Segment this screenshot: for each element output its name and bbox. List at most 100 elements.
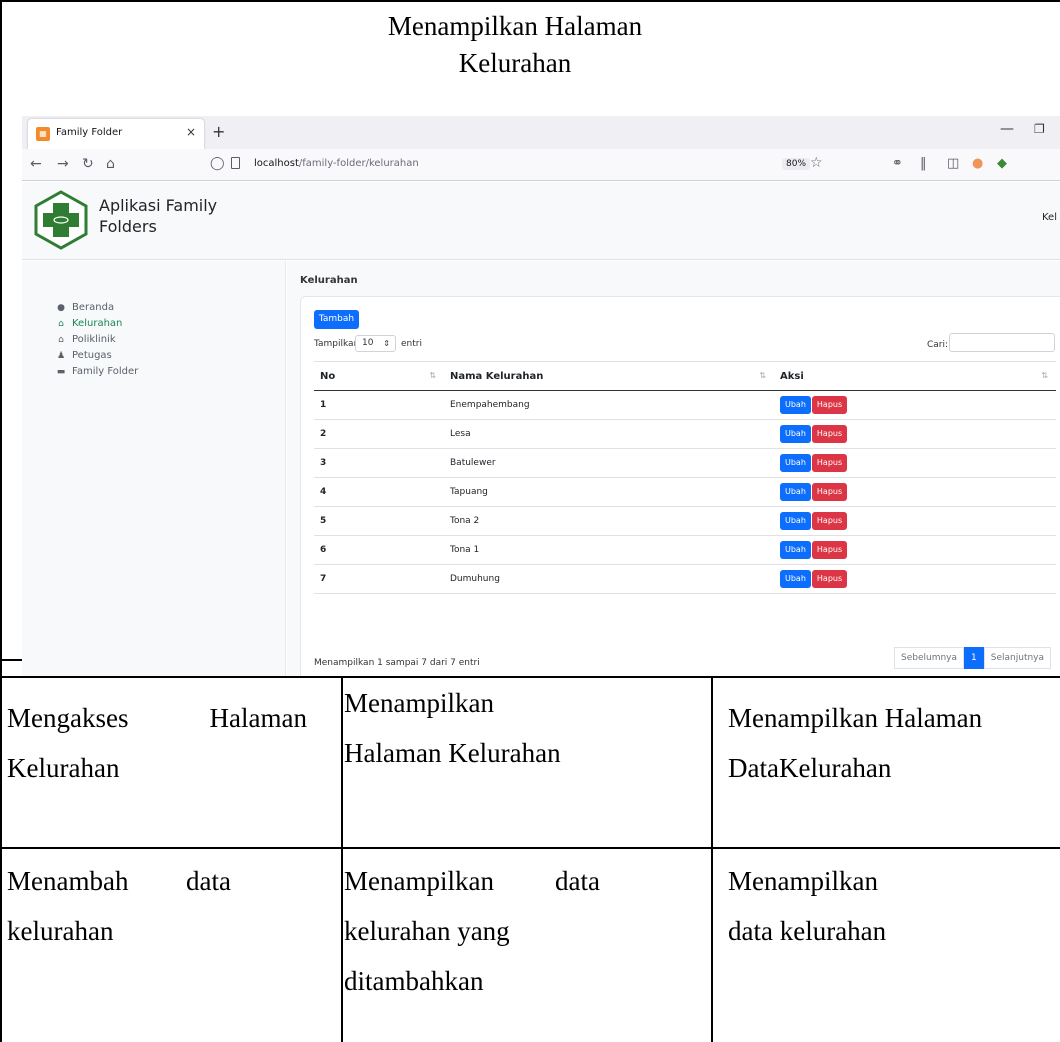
restore-icon[interactable]: ❐ [1034,122,1045,136]
app-name: Aplikasi Family Folders [99,196,218,236]
pagination-page[interactable]: 1 [964,647,984,669]
column-header-nama-kelurahan[interactable]: Nama Kelurahan ⇅ [444,361,774,391]
minimize-icon[interactable]: — [1000,121,1014,137]
home-icon[interactable]: ⌂ [106,156,115,172]
delete-button[interactable]: Hapus [811,570,848,588]
kelurahan-table: No ⇅ Nama Kelurahan ⇅ Aksi ⇅ 1 Enempahemban… [314,361,1056,594]
table-line [341,676,343,1042]
doc-cell-r2c2-line1: Menampilkan data [344,866,600,896]
show-entries-label: Tampilkan [314,339,360,349]
url-host: localhost [254,158,299,169]
table-line [0,676,1060,678]
doc-cell-r2c1-line1: Menambah data [7,866,231,896]
doc-cell-r1c1-line2: Kelurahan [7,753,120,783]
browser-window: ▦ Family Folder × + — ❐ ← → ↻ ⌂ ◯ localh… [22,116,1060,676]
library-icon[interactable]: ‖ [920,156,927,171]
search-label: Cari: [927,340,949,350]
row-number: 3 [314,448,444,478]
table-header-row: No ⇅ Nama Kelurahan ⇅ Aksi ⇅ [314,361,1056,391]
row-name: Tapuang [444,477,774,507]
edit-button[interactable]: Ubah [780,541,811,559]
table-row: 7 Dumuhung Ubah Hapus [314,564,1056,594]
close-tab-icon[interactable]: × [186,125,196,139]
reload-icon[interactable]: ↻ [82,156,94,172]
doc-cell-r2c1-line2: kelurahan [7,916,114,946]
address-bar[interactable]: localhost/family-folder/kelurahan [254,158,419,169]
table-row: 4 Tapuang Ubah Hapus [314,477,1056,507]
sidebar-item-beranda[interactable]: ● Beranda [56,302,114,313]
show-entries-select[interactable]: 10 ⇕ [355,335,396,352]
user-icon: ♟ [56,350,66,361]
pagination-next[interactable]: Selanjutnya [983,647,1052,669]
delete-button[interactable]: Hapus [811,454,848,472]
row-number: 2 [314,419,444,449]
column-header-aksi[interactable]: Aksi ⇅ [774,361,1056,391]
document-title: Menampilkan Halaman Kelurahan [0,8,1030,82]
sort-icon: ⇅ [429,371,436,380]
row-name: Batulewer [444,448,774,478]
back-icon[interactable]: ← [30,156,42,172]
edit-button[interactable]: Ubah [780,483,811,501]
doc-cell-r2c3-line2: data kelurahan [728,916,887,946]
sidebar-item-family-folder[interactable]: ▬ Family Folder [56,366,139,377]
forward-icon[interactable]: → [57,156,69,172]
column-header-label: No [320,370,336,382]
table-row: 6 Tona 1 Ubah Hapus [314,535,1056,565]
table-row: 5 Tona 2 Ubah Hapus [314,506,1056,536]
table-line [0,847,1060,849]
main-content: Kelurahan Tambah Tampilkan 10 ⇕ entri Ca… [287,261,1060,676]
delete-button[interactable]: Hapus [811,512,848,530]
table-row: 3 Batulewer Ubah Hapus [314,448,1056,478]
delete-button[interactable]: Hapus [811,541,848,559]
edit-button[interactable]: Ubah [780,512,811,530]
frame-left-border [0,0,2,1042]
pagination-prev[interactable]: Sebelumnya [894,647,965,669]
browser-tab[interactable]: ▦ Family Folder × [28,119,204,149]
addon-icon[interactable]: ◆ [997,156,1007,171]
extension-icon[interactable]: ● [972,156,983,171]
edit-button[interactable]: Ubah [780,570,811,588]
edit-button[interactable]: Ubah [780,396,811,414]
pocket-icon[interactable]: ⚭ [892,156,903,171]
sidebar-toggle-icon[interactable]: ◫ [947,156,959,171]
column-header-no[interactable]: No ⇅ [314,361,444,391]
home-icon: ⌂ [58,334,64,345]
sidebar-item-label: Petugas [72,350,112,361]
row-actions: Ubah Hapus [774,535,1056,565]
doc-cell-r2c2-line2: kelurahan yang [344,916,510,946]
column-header-label: Nama Kelurahan [450,370,544,382]
app-header: Aplikasi Family Folders Kel [22,182,1060,260]
document-title-line2: Kelurahan [458,48,572,78]
row-number: 4 [314,477,444,507]
add-button[interactable]: Tambah [314,310,359,329]
page-icon [231,157,240,169]
logo-icon [34,190,88,250]
row-number: 6 [314,535,444,565]
doc-cell-r1c1-line1: Mengakses Halaman [7,703,307,733]
edit-button[interactable]: Ubah [780,454,811,472]
row-actions: Ubah Hapus [774,419,1056,449]
data-card: Tambah Tampilkan 10 ⇕ entri Cari: No ⇅ Na… [300,296,1060,676]
shield-icon[interactable]: ◯ [210,156,225,171]
doc-cell-r1c3-line2: DataKelurahan [728,753,892,783]
new-tab-icon[interactable]: + [212,122,225,141]
delete-button[interactable]: Hapus [811,483,848,501]
sidebar-item-petugas[interactable]: ♟ Petugas [56,350,112,361]
sidebar-item-kelurahan[interactable]: ⌂ Kelurahan [56,318,122,329]
row-name: Tona 1 [444,535,774,565]
bookmark-star-icon[interactable]: ☆ [810,155,823,171]
table-row: 2 Lesa Ubah Hapus [314,419,1056,449]
table-line [711,676,713,1042]
delete-button[interactable]: Hapus [811,396,848,414]
search-input[interactable] [949,333,1055,352]
delete-button[interactable]: Hapus [811,425,848,443]
sidebar-item-poliklinik[interactable]: ⌂ Poliklinik [56,334,115,345]
row-name: Dumuhung [444,564,774,594]
header-user-menu[interactable]: Kel [1042,212,1057,223]
edit-button[interactable]: Ubah [780,425,811,443]
row-number: 7 [314,564,444,594]
zoom-level[interactable]: 80% [782,158,811,170]
url-path: /family-folder/kelurahan [298,158,419,169]
row-number: 5 [314,506,444,536]
row-name: Lesa [444,419,774,449]
